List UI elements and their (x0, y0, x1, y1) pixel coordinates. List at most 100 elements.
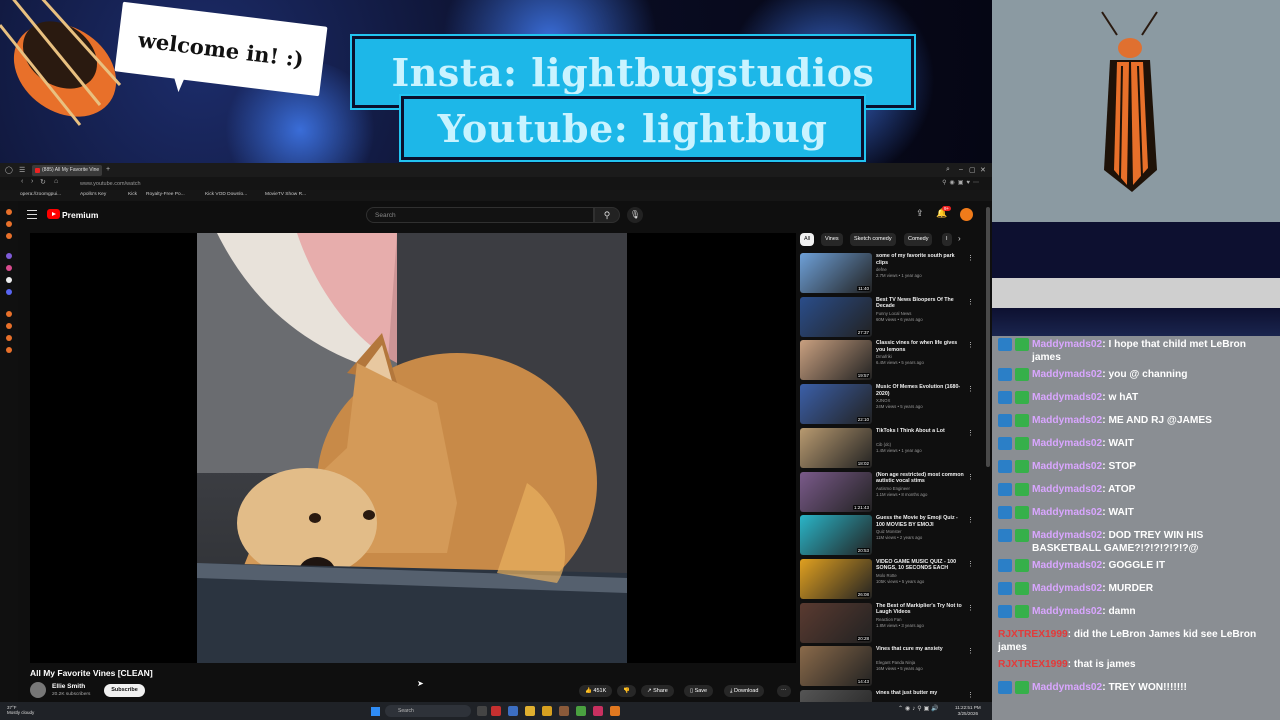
recommended-video[interactable]: 11:40 some of my favorite south park clip… (800, 253, 980, 293)
video-thumbnail[interactable]: 20:53 (800, 515, 872, 556)
more-options-icon[interactable]: ⋮ (967, 473, 974, 481)
taskbar-clock[interactable]: 11:22:51 PM 3/25/2026 (955, 705, 981, 716)
minimize-icon[interactable]: – (959, 166, 963, 173)
bookmark-item[interactable]: Kick (128, 192, 137, 197)
bookmark-item[interactable]: Royalty-Free Po... (146, 192, 185, 197)
chat-username[interactable]: Maddymads02 (1032, 392, 1102, 403)
sidebar-icon-3[interactable] (6, 233, 12, 239)
sidebar-icon-7[interactable] (6, 323, 12, 329)
recommended-video[interactable]: 20:53 Guess the Movie by Emoji Quiz - 100… (800, 515, 980, 556)
chat-username[interactable]: Maddymads02 (1032, 560, 1102, 571)
url-field[interactable]: www.youtube.com/watch (78, 179, 838, 188)
video-title-link[interactable]: Vines that cure my anxiety (876, 646, 964, 653)
sidebar-icon-4[interactable] (6, 253, 12, 259)
account-avatar[interactable] (960, 208, 973, 221)
video-title-link[interactable]: (Non age restricted) most common autisti… (876, 472, 964, 485)
filter-chip[interactable]: Comedy (904, 233, 933, 246)
bookmark-item[interactable]: MovieTV Show R... (265, 192, 306, 197)
video-thumbnail[interactable]: 19:57 (800, 340, 872, 381)
chat-username[interactable]: Maddymads02 (1032, 530, 1102, 541)
file-explorer-icon[interactable] (525, 706, 535, 716)
more-options-icon[interactable]: ⋮ (967, 298, 974, 306)
chat-username[interactable]: Maddymads02 (1032, 583, 1102, 594)
sidebar-icon-8[interactable] (6, 335, 12, 341)
create-icon[interactable]: ⇪ (916, 208, 924, 219)
channel-name[interactable]: Ellie Smith (52, 683, 85, 690)
recommended-video[interactable]: 27:37 Best TV News Bloopers Of The Decade… (800, 296, 980, 337)
video-player[interactable] (30, 233, 796, 663)
forward-icon[interactable]: › (31, 178, 33, 185)
app-icon-4[interactable] (542, 706, 552, 716)
home-icon[interactable]: ⌂ (54, 178, 58, 185)
video-title-link[interactable]: vines that just butter my (876, 690, 964, 697)
tiktok-icon[interactable] (6, 277, 12, 283)
video-title-link[interactable]: Classic vines for when life gives you le… (876, 340, 964, 353)
video-title-link[interactable]: some of my favorite south park clips (876, 253, 964, 266)
subscribe-button[interactable]: Subscribe (104, 684, 145, 697)
more-options-icon[interactable]: ⋮ (967, 385, 974, 393)
video-thumbnail[interactable]: 18:02 (800, 427, 872, 468)
more-options-icon[interactable]: ⋮ (967, 254, 974, 262)
video-thumbnail[interactable]: 11:40 (800, 253, 872, 293)
maximize-icon[interactable]: ▢ (969, 166, 976, 174)
chat-username[interactable]: Maddymads02 (1032, 682, 1102, 693)
recommended-video[interactable]: 18:02 TikToks I Think About a Lot Cib (dc)… (800, 427, 980, 468)
recommended-video[interactable]: 26:08 VIDEO GAME MUSIC QUIZ - 100 SONGS, … (800, 558, 980, 599)
page-scrollbar[interactable] (986, 207, 990, 467)
video-title-link[interactable]: Best TV News Bloopers Of The Decade (876, 297, 964, 310)
video-thumbnail[interactable]: 20:28 (800, 602, 872, 643)
video-title-link[interactable]: VIDEO GAME MUSIC QUIZ - 100 SONGS, 10 SE… (876, 559, 964, 572)
search-button[interactable]: ⚲ (594, 207, 620, 223)
video-title-link[interactable]: TikToks I Think About a Lot (876, 428, 964, 435)
save-button[interactable]: ▯ Save (684, 685, 714, 697)
sidebar-icon-2[interactable] (6, 221, 12, 227)
sidebar-icon-9[interactable] (6, 347, 12, 353)
app-icon-7[interactable] (593, 706, 603, 716)
opera-icon[interactable]: ◯ (5, 166, 13, 174)
new-tab-icon[interactable]: + (106, 166, 110, 173)
tab-youtube[interactable]: (885) All My Favorite Vine (32, 165, 102, 176)
video-thumbnail[interactable]: 27:37 (800, 296, 872, 337)
start-icon[interactable] (371, 707, 380, 716)
more-options-icon[interactable]: ⋮ (967, 341, 974, 349)
chat-username[interactable]: Maddymads02 (1032, 484, 1102, 495)
recommended-video[interactable]: 19:57 Classic vines for when life gives y… (800, 340, 980, 381)
search-input[interactable]: Search (366, 207, 594, 223)
more-options-icon[interactable]: ⋮ (967, 516, 974, 524)
recommended-video[interactable]: 20:28 The Best of Markiplier's Try Not to… (800, 602, 980, 643)
bookmark-item[interactable]: Kick VOD Downlo... (205, 192, 247, 197)
filter-chip[interactable]: Vines (821, 233, 843, 246)
video-thumbnail[interactable]: 1:21:43 (800, 471, 872, 512)
chat-username[interactable]: Maddymads02 (1032, 461, 1102, 472)
chevron-right-icon[interactable]: › (958, 234, 961, 243)
sidebar-icon-1[interactable] (6, 209, 12, 215)
chat-username[interactable]: Maddymads02 (1032, 507, 1102, 518)
video-thumbnail[interactable]: 26:08 (800, 558, 872, 599)
recommended-video[interactable]: 22:10 Music Of Memes Evolution (1680-2020… (800, 384, 980, 425)
sidebar-icon-6[interactable] (6, 311, 12, 317)
search-tabs-icon[interactable]: ⌕ (946, 166, 950, 174)
more-options-icon[interactable]: ⋮ (967, 429, 974, 437)
dislike-button[interactable]: 👎 (617, 685, 636, 697)
more-options-icon[interactable]: ⋮ (967, 560, 974, 568)
discord-icon[interactable] (6, 289, 12, 295)
close-icon[interactable]: ✕ (980, 166, 986, 174)
youtube-premium-label[interactable]: Premium (62, 210, 98, 220)
youtube-logo-icon[interactable] (47, 209, 60, 219)
chat-username[interactable]: Maddymads02 (1032, 606, 1102, 617)
bookmark-item[interactable]: Apollo's Key (80, 192, 106, 197)
filter-chip[interactable]: I (942, 233, 952, 246)
reload-icon[interactable]: ↻ (40, 178, 46, 186)
channel-avatar[interactable] (30, 682, 46, 698)
bookmark-item[interactable]: opera://zoomgpui... (20, 192, 61, 197)
video-thumbnail[interactable]: 22:10 (800, 384, 872, 425)
chat-username[interactable]: Maddymads02 (1032, 438, 1102, 449)
back-icon[interactable]: ‹ (21, 178, 23, 185)
chat-username[interactable]: Maddymads02 (1032, 339, 1102, 350)
taskbar-search[interactable]: Search (385, 705, 471, 717)
app-icon-8[interactable] (610, 706, 620, 716)
sidebar-icon-5[interactable] (6, 265, 12, 271)
like-button[interactable]: 👍 451K (579, 685, 613, 697)
video-frame[interactable] (197, 233, 627, 663)
video-thumbnail[interactable]: 14:43 (800, 646, 872, 687)
